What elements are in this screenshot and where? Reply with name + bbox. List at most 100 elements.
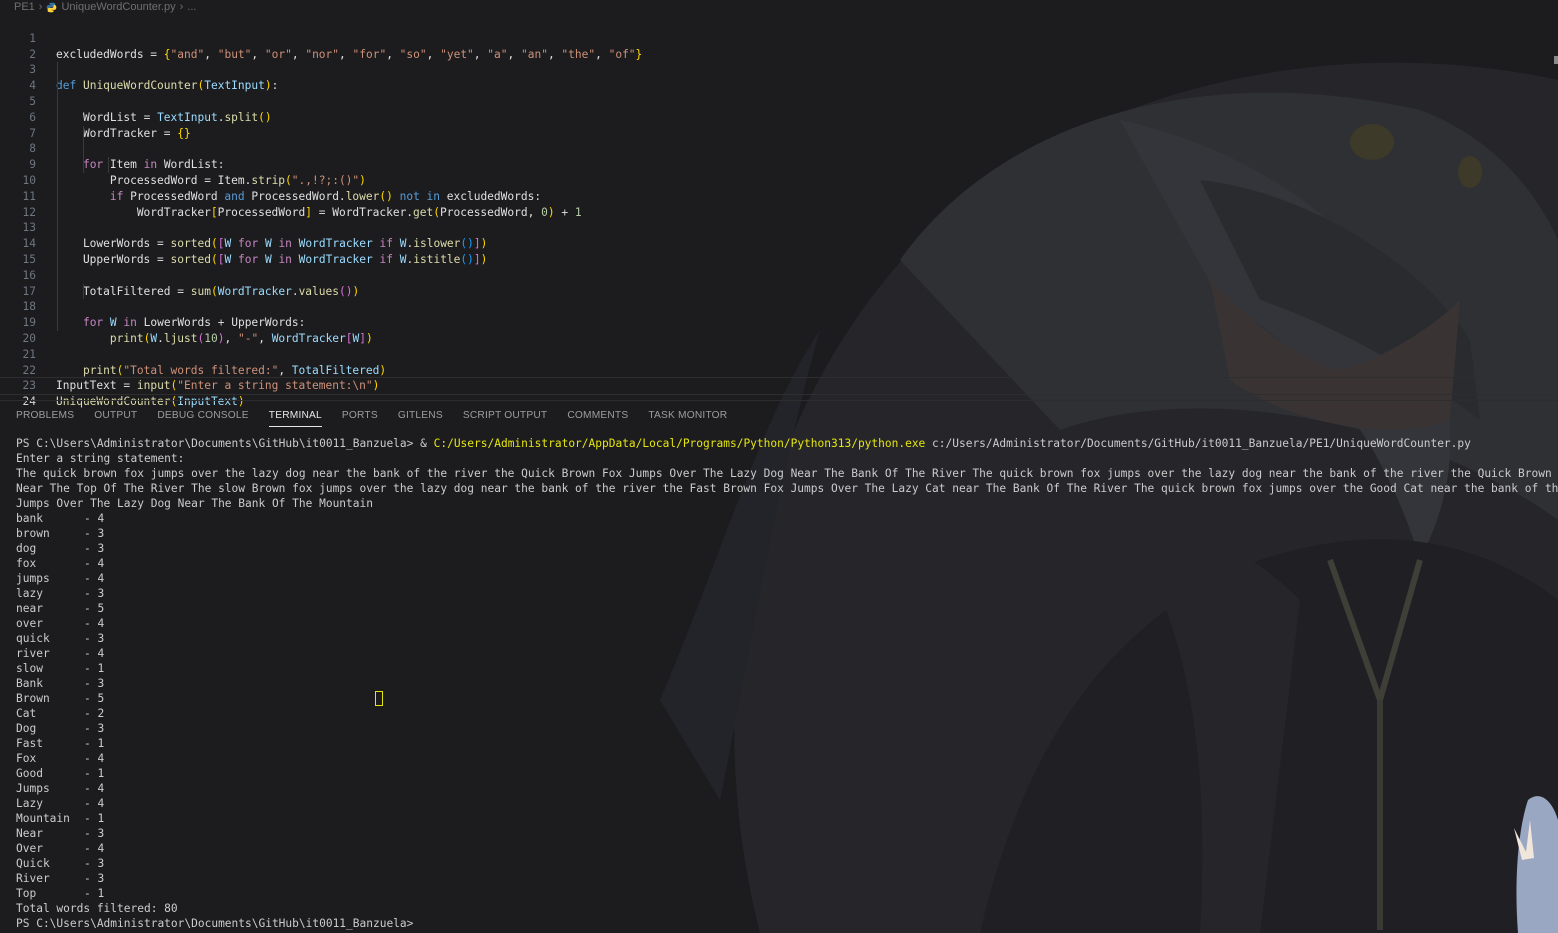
word-count-word: slow (16, 662, 43, 675)
word-count-line: Over - 4 (16, 841, 1558, 856)
scrollbar-thumb[interactable] (1554, 56, 1558, 64)
code-editor[interactable]: 1 excludedWords = {"and", "but", "or", "… (0, 15, 1558, 408)
word-count-word: over (16, 617, 43, 630)
word-count-separator: - (84, 647, 98, 660)
word-count-word: Top (16, 887, 37, 900)
word-count-value: 4 (97, 842, 105, 855)
word-count-separator: - (84, 782, 98, 795)
text-cursor (375, 691, 383, 706)
word-count-value: 1 (97, 812, 105, 825)
terminal-output[interactable]: PS C:\Users\Administrator\Documents\GitH… (16, 436, 1558, 933)
tab-terminal[interactable]: TERMINAL (259, 401, 332, 431)
word-count-line: River - 3 (16, 871, 1558, 886)
tab-task-monitor[interactable]: TASK MONITOR (638, 401, 737, 431)
word-count-value: 1 (97, 887, 105, 900)
word-count-separator: - (84, 542, 98, 555)
word-count-separator: - (84, 722, 98, 735)
word-count-separator: - (84, 617, 98, 630)
word-count-separator: - (84, 662, 98, 675)
word-count-word: Brown (16, 692, 50, 705)
word-count-value: 3 (97, 722, 105, 735)
word-count-value: 3 (97, 527, 105, 540)
word-count-value: 4 (97, 572, 105, 585)
word-count-separator: - (84, 797, 98, 810)
word-count-line: slow - 1 (16, 661, 1558, 676)
word-count-line: Near - 3 (16, 826, 1558, 841)
word-count-separator: - (84, 692, 98, 705)
terminal-final-prompt: PS C:\Users\Administrator\Documents\GitH… (16, 917, 414, 930)
word-count-word: Cat (16, 707, 37, 720)
word-count-separator: - (84, 677, 98, 690)
word-count-value: 5 (97, 602, 105, 615)
word-count-separator: - (84, 812, 98, 825)
word-count-value: 4 (97, 512, 105, 525)
word-count-line: jumps - 4 (16, 571, 1558, 586)
word-count-word: Jumps (16, 782, 50, 795)
word-count-line: Good - 1 (16, 766, 1558, 781)
word-count-word: lazy (16, 587, 43, 600)
word-count-separator: - (84, 587, 98, 600)
word-count-value: 4 (97, 647, 105, 660)
tab-ports[interactable]: PORTS (332, 401, 388, 431)
word-count-value: 3 (97, 632, 105, 645)
tab-output[interactable]: OUTPUT (84, 401, 147, 431)
chevron-right-icon: › (179, 1, 184, 13)
word-count-separator: - (84, 887, 98, 900)
terminal-total-line: Total words filtered: 80 (16, 902, 178, 915)
word-count-separator: - (84, 527, 98, 540)
tab-debug-console[interactable]: DEBUG CONSOLE (147, 401, 258, 431)
terminal-input-line: The quick brown fox jumps over the lazy … (16, 467, 1552, 480)
terminal-prompt-text: Enter a string statement: (16, 452, 185, 465)
terminal-input-line: Near The Top Of The River The slow Brown… (16, 482, 1558, 495)
word-count-separator: - (84, 767, 98, 780)
word-count-separator: - (84, 602, 98, 615)
word-count-value: 3 (97, 542, 105, 555)
word-count-line: over - 4 (16, 616, 1558, 631)
word-count-separator: - (84, 632, 98, 645)
word-count-line: dog - 3 (16, 541, 1558, 556)
word-count-value: 2 (97, 707, 105, 720)
word-count-separator: - (84, 572, 98, 585)
word-count-word: river (16, 647, 50, 660)
python-file-icon (47, 2, 57, 12)
word-count-value: 4 (97, 752, 105, 765)
tab-script-output[interactable]: SCRIPT OUTPUT (453, 401, 557, 431)
word-count-line: brown - 3 (16, 526, 1558, 541)
word-count-word: Over (16, 842, 43, 855)
breadcrumb: PE1 › UniqueWordCounter.py › ... (0, 0, 1558, 14)
terminal-command-line: PS C:\Users\Administrator\Documents\GitH… (16, 437, 1471, 450)
word-count-separator: - (84, 737, 98, 750)
word-count-value: 3 (97, 857, 105, 870)
word-count-separator: - (84, 872, 98, 885)
word-count-separator: - (84, 842, 98, 855)
word-count-word: Fast (16, 737, 43, 750)
word-count-value: 4 (97, 617, 105, 630)
breadcrumb-symbol[interactable]: ... (187, 1, 196, 13)
word-count-line: Lazy - 4 (16, 796, 1558, 811)
word-count-value: 3 (97, 587, 105, 600)
word-count-word: Lazy (16, 797, 43, 810)
word-count-word: River (16, 872, 50, 885)
word-count-line: Mountain - 1 (16, 811, 1558, 826)
word-count-value: 3 (97, 827, 105, 840)
word-count-value: 4 (97, 557, 105, 570)
word-count-word: Fox (16, 752, 37, 765)
word-count-list: bank - 4 brown - 3 dog - 3 fox - 4 jumps - 4 lazy -… (16, 511, 1558, 901)
tab-problems[interactable]: PROBLEMS (6, 401, 84, 431)
word-count-line: Dog - 3 (16, 721, 1558, 736)
word-count-word: quick (16, 632, 50, 645)
tab-gitlens[interactable]: GITLENS (388, 401, 453, 431)
word-count-word: Mountain (16, 812, 70, 825)
word-count-line: Fox - 4 (16, 751, 1558, 766)
terminal-input-line: Jumps Over The Lazy Dog Near The Bank Of… (16, 497, 373, 510)
word-count-value: 4 (97, 797, 105, 810)
breadcrumb-folder[interactable]: PE1 (14, 1, 35, 13)
breadcrumb-file[interactable]: UniqueWordCounter.py (61, 1, 175, 13)
tab-comments[interactable]: COMMENTS (557, 401, 638, 431)
word-count-word: dog (16, 542, 37, 555)
word-count-word: near (16, 602, 43, 615)
word-count-word: Good (16, 767, 43, 780)
word-count-word: Dog (16, 722, 37, 735)
word-count-word: brown (16, 527, 50, 540)
word-count-line: Quick - 3 (16, 856, 1558, 871)
